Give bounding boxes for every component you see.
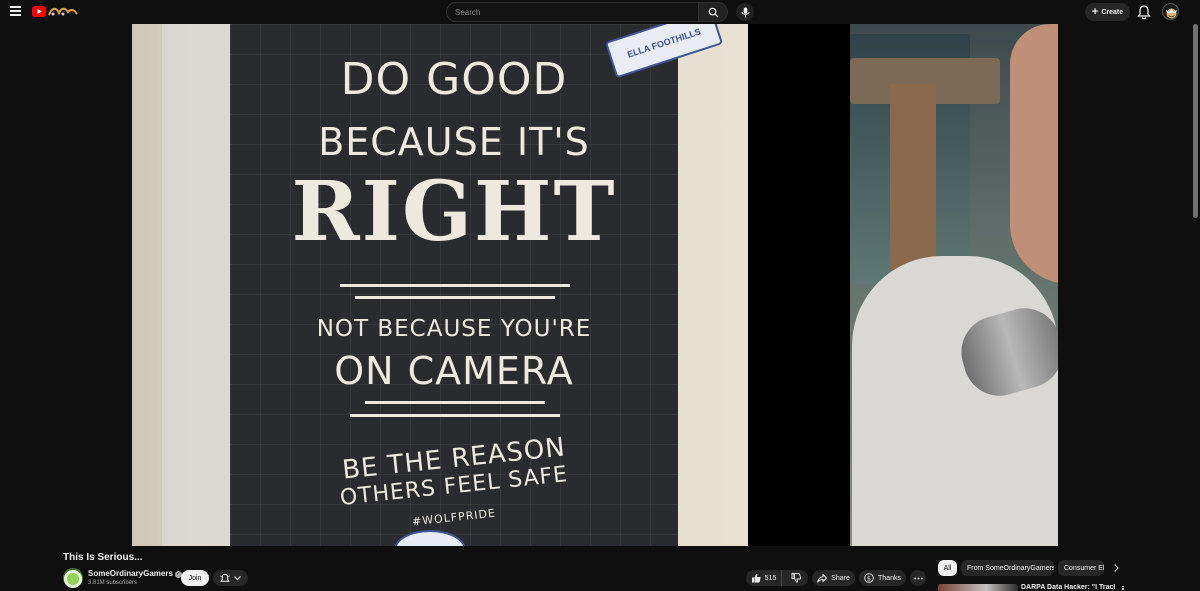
dislike-button[interactable] [783, 570, 808, 586]
poster-divider [355, 296, 555, 299]
video-frame-wall: DO GOOD BECAUSE IT'S RIGHT NOT BECAUSE Y… [132, 24, 748, 546]
account-avatar[interactable] [1162, 3, 1179, 20]
poster-divider [340, 284, 570, 287]
search-button[interactable] [698, 2, 728, 22]
chip-from-channel[interactable]: From SomeOrdinaryGamers [961, 560, 1054, 576]
recommendation-thumbnail[interactable] [938, 584, 1018, 591]
webcam-overlay [850, 24, 1058, 546]
poster-frame: DO GOOD BECAUSE IT'S RIGHT NOT BECAUSE Y… [162, 24, 724, 546]
share-icon [817, 573, 828, 583]
search-box [446, 2, 728, 22]
search-icon [708, 7, 719, 18]
poster-divider [350, 414, 560, 417]
thanks-icon: $ [864, 573, 874, 583]
svg-text:$: $ [867, 574, 871, 582]
microphone-icon [741, 7, 749, 17]
search-input[interactable] [446, 2, 698, 22]
scrollbar-thumb[interactable] [1193, 24, 1198, 218]
video-title: This Is Serious... [63, 552, 143, 563]
chip-all[interactable]: All [938, 560, 957, 576]
plus-icon: + [1091, 5, 1099, 18]
webcam-person [852, 256, 1058, 546]
page-scrollbar[interactable] [1193, 24, 1198, 591]
poster-line: BECAUSE IT'S [318, 120, 590, 164]
video-player[interactable]: DO GOOD BECAUSE IT'S RIGHT NOT BECAUSE Y… [132, 24, 1058, 546]
create-button[interactable]: + Create [1085, 3, 1130, 21]
bell-icon[interactable] [1137, 4, 1151, 20]
menu-icon[interactable] [8, 4, 24, 20]
like-count: 515 [764, 574, 777, 582]
poster-divider [365, 401, 545, 404]
chips-next-button[interactable] [1108, 560, 1124, 576]
poster-line: ON CAMERA [334, 349, 574, 393]
youtube-logo[interactable] [32, 5, 78, 19]
poster: DO GOOD BECAUSE IT'S RIGHT NOT BECAUSE Y… [230, 24, 724, 546]
join-button[interactable]: Join [181, 570, 209, 586]
avatar-image [1166, 8, 1177, 19]
create-label: Create [1101, 8, 1124, 16]
webcam-face [1010, 24, 1058, 284]
like-button[interactable]: 515 [746, 570, 782, 586]
recommendation-title[interactable]: DARPA Data Hacker: "I Tracked [1021, 584, 1115, 591]
subscriber-count: 3.81M subscribers [88, 580, 138, 586]
like-dislike-group: 515 [746, 570, 808, 586]
thumbs-down-icon [791, 573, 801, 583]
masthead: + Create [0, 0, 1200, 24]
share-label: Share [831, 574, 850, 582]
thumbs-up-icon [751, 573, 761, 583]
channel-name[interactable]: SomeOrdinaryGamers ✓ [88, 569, 182, 578]
poster-seal [394, 530, 466, 546]
subscribed-button[interactable] [213, 570, 248, 586]
bell-icon [220, 573, 230, 582]
chip-consumer-electronics[interactable]: Consumer Electronics [1058, 560, 1104, 576]
poster-line: RIGHT [291, 164, 617, 260]
channel-name-text[interactable]: SomeOrdinaryGamers [88, 569, 173, 578]
channel-avatar[interactable] [63, 568, 83, 588]
poster-line: NOT BECAUSE YOU'RE [316, 316, 592, 342]
video-gap [748, 24, 850, 546]
chevron-down-icon [234, 575, 241, 580]
more-vertical-icon[interactable] [1119, 584, 1127, 591]
thanks-button[interactable]: $ Thanks [859, 570, 906, 586]
chevron-right-icon [1113, 564, 1119, 572]
more-horizontal-icon [913, 577, 923, 579]
more-actions-button[interactable] [910, 570, 926, 586]
voice-search-button[interactable] [736, 3, 754, 21]
share-button[interactable]: Share [812, 570, 855, 586]
thanks-label: Thanks [878, 574, 901, 582]
